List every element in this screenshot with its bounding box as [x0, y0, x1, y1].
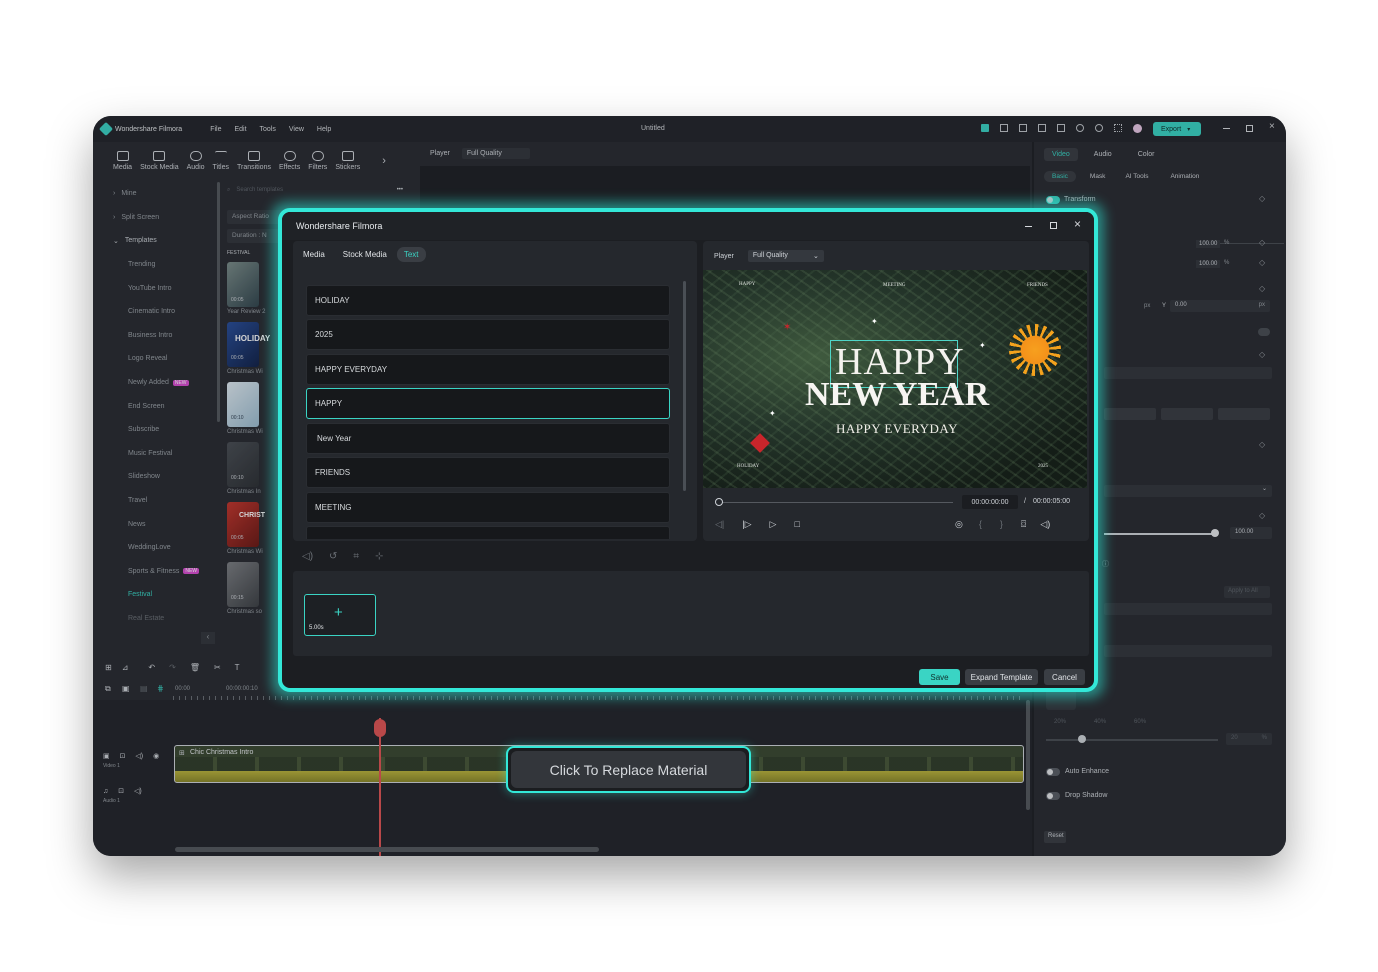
text-panel: Media Stock Media Text HOLIDAY 2025 HAPP…: [293, 241, 697, 541]
text-item-new-year[interactable]: New Year: [306, 423, 670, 454]
preview-progress[interactable]: [718, 502, 953, 503]
replace-material-button[interactable]: Click To Replace Material: [506, 746, 751, 793]
mark-out-icon[interactable]: }: [1000, 519, 1003, 530]
render-icon[interactable]: ◎: [955, 519, 963, 530]
snapshot-icon[interactable]: ⌼: [1021, 519, 1026, 530]
text-item-partial[interactable]: [306, 526, 670, 539]
volume-icon[interactable]: ◁): [1040, 519, 1050, 530]
preview-player-bar: Player Full Quality ⌄: [714, 250, 824, 262]
maximize-icon[interactable]: [1050, 222, 1057, 229]
text-item-friends[interactable]: FRIENDS: [306, 457, 670, 488]
dialog-title: Wondershare Filmora: [296, 221, 383, 231]
replace-icon[interactable]: ⊹: [375, 551, 383, 562]
total-time: 00:00:05:00: [1033, 498, 1070, 505]
current-time: 00:00:00:00: [962, 495, 1018, 509]
prev-frame-icon[interactable]: ◁|: [715, 519, 724, 530]
text-list: HOLIDAY 2025 HAPPY EVERYDAY HAPPY New Ye…: [293, 281, 697, 539]
preview-corner-tl: HAPPY: [739, 282, 756, 287]
tab-media[interactable]: Media: [303, 247, 325, 262]
star-icon: ✦: [979, 341, 986, 350]
star-icon: ✦: [769, 409, 776, 418]
play-icon[interactable]: ▷: [770, 519, 777, 530]
preview-corner-bl: HOLIDAY: [737, 464, 760, 469]
close-icon[interactable]: ×: [1074, 217, 1081, 231]
slot-duration: 5.00s: [309, 625, 324, 631]
preview-line3: HAPPY EVERYDAY: [836, 421, 958, 436]
preview-corner-br: 2025: [1038, 464, 1048, 469]
minimize-icon[interactable]: [1025, 226, 1032, 227]
text-item-happy-everyday[interactable]: HAPPY EVERYDAY: [306, 354, 670, 385]
preview-corner-tc: MEETING: [883, 283, 906, 288]
text-list-scrollbar[interactable]: [683, 281, 686, 491]
preview-panel: Player Full Quality ⌄ HAPPY MEETING FRIEN…: [703, 241, 1089, 541]
text-item-2025[interactable]: 2025: [306, 319, 670, 350]
save-button[interactable]: Save: [919, 669, 960, 685]
add-slot[interactable]: + 5.00s: [304, 594, 376, 636]
stop-icon[interactable]: □: [794, 519, 799, 530]
text-item-holiday[interactable]: HOLIDAY: [306, 285, 670, 316]
star-icon: ✦: [871, 317, 878, 326]
dialog-title-bar: Wondershare Filmora ×: [282, 212, 1094, 240]
text-item-meeting[interactable]: MEETING: [306, 492, 670, 523]
playback-controls: ◁| |▷ ▷ □: [715, 519, 800, 530]
plus-icon: +: [334, 604, 343, 621]
sun-sticker: [1009, 324, 1061, 376]
preview-video[interactable]: HAPPY MEETING FRIENDS HAPPY NEW YEAR HAP…: [703, 270, 1087, 488]
tab-stock-media[interactable]: Stock Media: [343, 247, 387, 262]
time-separator: /: [1024, 498, 1026, 505]
template-editor-dialog: Wondershare Filmora × Media Stock Media …: [278, 208, 1098, 692]
edit-tools: ◁) ↺ ⌗ ⊹: [302, 551, 383, 562]
expand-template-button[interactable]: Expand Template: [965, 669, 1038, 685]
replace-material-label: Click To Replace Material: [549, 761, 708, 778]
crop-icon[interactable]: ⌗: [353, 551, 359, 562]
red-star-icon: ✶: [783, 322, 792, 333]
tab-text[interactable]: Text: [396, 247, 426, 262]
quality-dropdown[interactable]: Full Quality ⌄: [747, 250, 824, 262]
preview-line2: NEW YEAR: [805, 376, 990, 413]
mark-in-icon[interactable]: {: [979, 519, 982, 530]
rotate-icon[interactable]: ↺: [329, 551, 337, 562]
step-forward-icon[interactable]: |▷: [742, 519, 751, 530]
player-tools: ◎ { } ⌼ ◁): [955, 519, 1050, 530]
slot-area: + 5.00s: [293, 571, 1089, 656]
progress-handle[interactable]: [715, 498, 723, 506]
text-item-happy[interactable]: HAPPY: [306, 388, 670, 419]
panel-tabs: Media Stock Media Text: [303, 247, 426, 262]
chevron-down-icon: ⌄: [812, 253, 819, 260]
volume-icon[interactable]: ◁): [302, 551, 313, 562]
player-label: Player: [714, 252, 734, 260]
preview-corner-tr: FRIENDS: [1027, 283, 1048, 288]
cancel-button[interactable]: Cancel: [1044, 669, 1085, 685]
